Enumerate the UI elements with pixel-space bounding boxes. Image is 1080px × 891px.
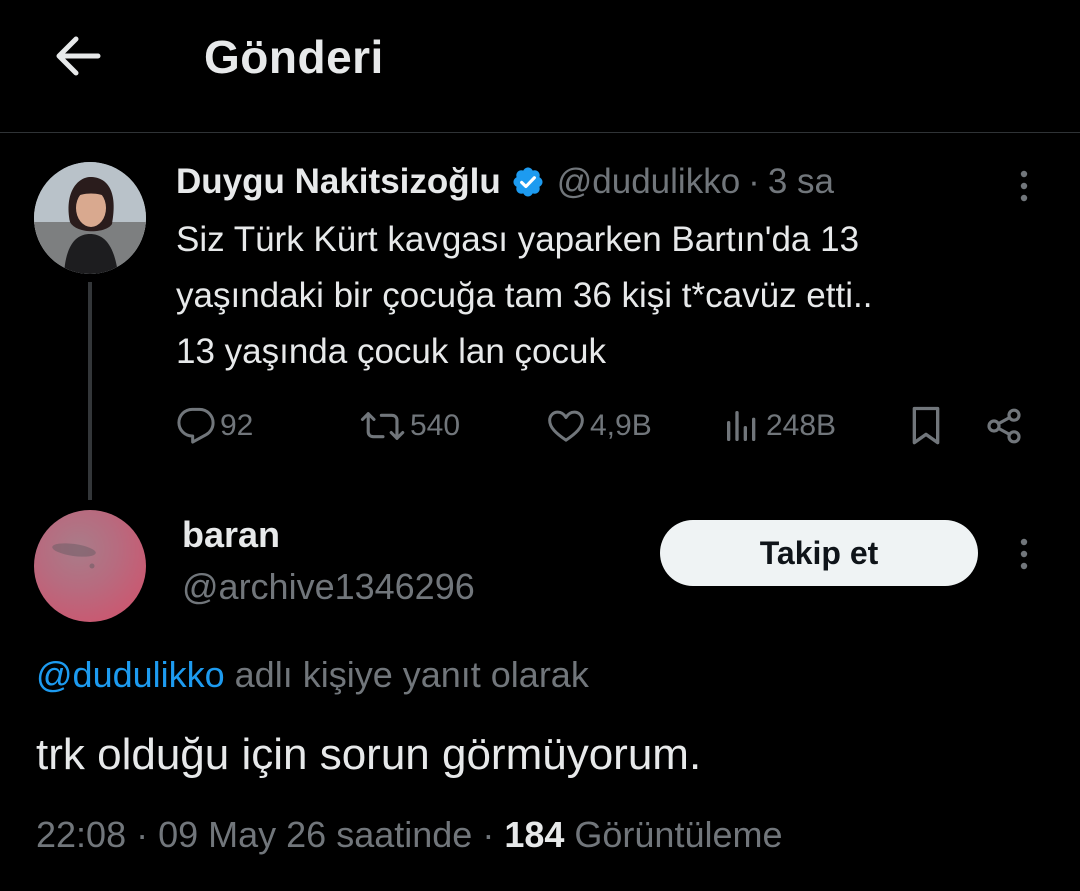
mention-link[interactable]: @dudulikko xyxy=(36,654,225,695)
view-count: 248B xyxy=(766,409,837,442)
separator-dot: · xyxy=(472,814,505,855)
tweet-text: Siz Türk Kürt kavgası yaparken Bartın'da… xyxy=(176,212,1056,380)
tweet-time[interactable]: 3 sa xyxy=(768,162,834,202)
arrow-left-icon xyxy=(56,36,101,76)
reply-time[interactable]: 22:08 xyxy=(36,814,126,855)
more-options-button[interactable] xyxy=(1008,534,1040,574)
share-icon xyxy=(987,408,1021,444)
share-button[interactable] xyxy=(984,400,1024,452)
back-button[interactable] xyxy=(48,26,108,86)
thread-connector-line xyxy=(88,282,92,500)
profile-photo xyxy=(34,162,146,274)
retweet-icon xyxy=(360,412,405,440)
tweet-metadata: 22:08 · 09 May 26 saatinde · 184 Görüntü… xyxy=(36,814,783,856)
replying-to-text: adlı kişiye yanıt olarak xyxy=(224,654,589,695)
reply-button[interactable]: 92 xyxy=(176,400,253,452)
reply-text: trk olduğu için sorun görmüyorum. xyxy=(36,730,702,779)
page-title: Gönderi xyxy=(204,31,384,83)
bookmark-icon xyxy=(912,406,940,445)
replying-to-label: @dudulikko adlı kişiye yanıt olarak xyxy=(36,654,589,696)
author-handle[interactable]: @dudulikko xyxy=(557,162,740,202)
top-app-bar: Gönderi xyxy=(0,0,1080,133)
retweet-count: 540 xyxy=(410,409,461,442)
retweet-button[interactable]: 540 xyxy=(360,400,460,452)
avatar[interactable] xyxy=(34,162,146,274)
heart-icon xyxy=(548,410,584,442)
tweet-text-line: yaşındaki bir çocuğa tam 36 kişi t*cavüz… xyxy=(176,276,873,315)
like-count: 4,9B xyxy=(590,409,652,442)
bookmark-button[interactable] xyxy=(906,400,946,452)
more-vertical-icon xyxy=(1020,538,1028,570)
more-vertical-icon xyxy=(1020,170,1028,202)
analytics-bar-icon xyxy=(727,411,756,441)
verified-badge-icon xyxy=(511,165,545,199)
reply-author-display-name[interactable]: baran xyxy=(182,514,280,556)
tweet-author-row: Duygu Nakitsizoğlu @dudulikko · 3 sa xyxy=(176,160,834,204)
avatar[interactable] xyxy=(34,510,146,622)
author-display-name[interactable]: Duygu Nakitsizoğlu xyxy=(176,162,501,202)
separator-dot: · xyxy=(748,162,760,201)
reply-bubble-icon xyxy=(177,407,215,444)
tweet-action-bar: 92 540 4,9B 248B xyxy=(0,400,1080,452)
reply-author-handle[interactable]: @archive1346296 xyxy=(182,566,475,608)
tweet-text-line: Siz Türk Kürt kavgası yaparken Bartın'da… xyxy=(176,220,860,259)
more-options-button[interactable] xyxy=(1008,166,1040,206)
tweet-text-line: 13 yaşında çocuk lan çocuk xyxy=(176,332,606,371)
profile-photo xyxy=(52,543,96,569)
reply-date[interactable]: 09 May 26 saatinde xyxy=(158,814,472,855)
views-button[interactable]: 248B xyxy=(722,400,836,452)
view-label: Görüntüleme xyxy=(564,814,783,855)
follow-button[interactable]: Takip et xyxy=(660,520,978,586)
like-button[interactable]: 4,9B xyxy=(546,400,652,452)
view-count: 184 xyxy=(504,814,565,855)
reply-count: 92 xyxy=(220,409,254,442)
separator-dot: · xyxy=(126,814,159,855)
